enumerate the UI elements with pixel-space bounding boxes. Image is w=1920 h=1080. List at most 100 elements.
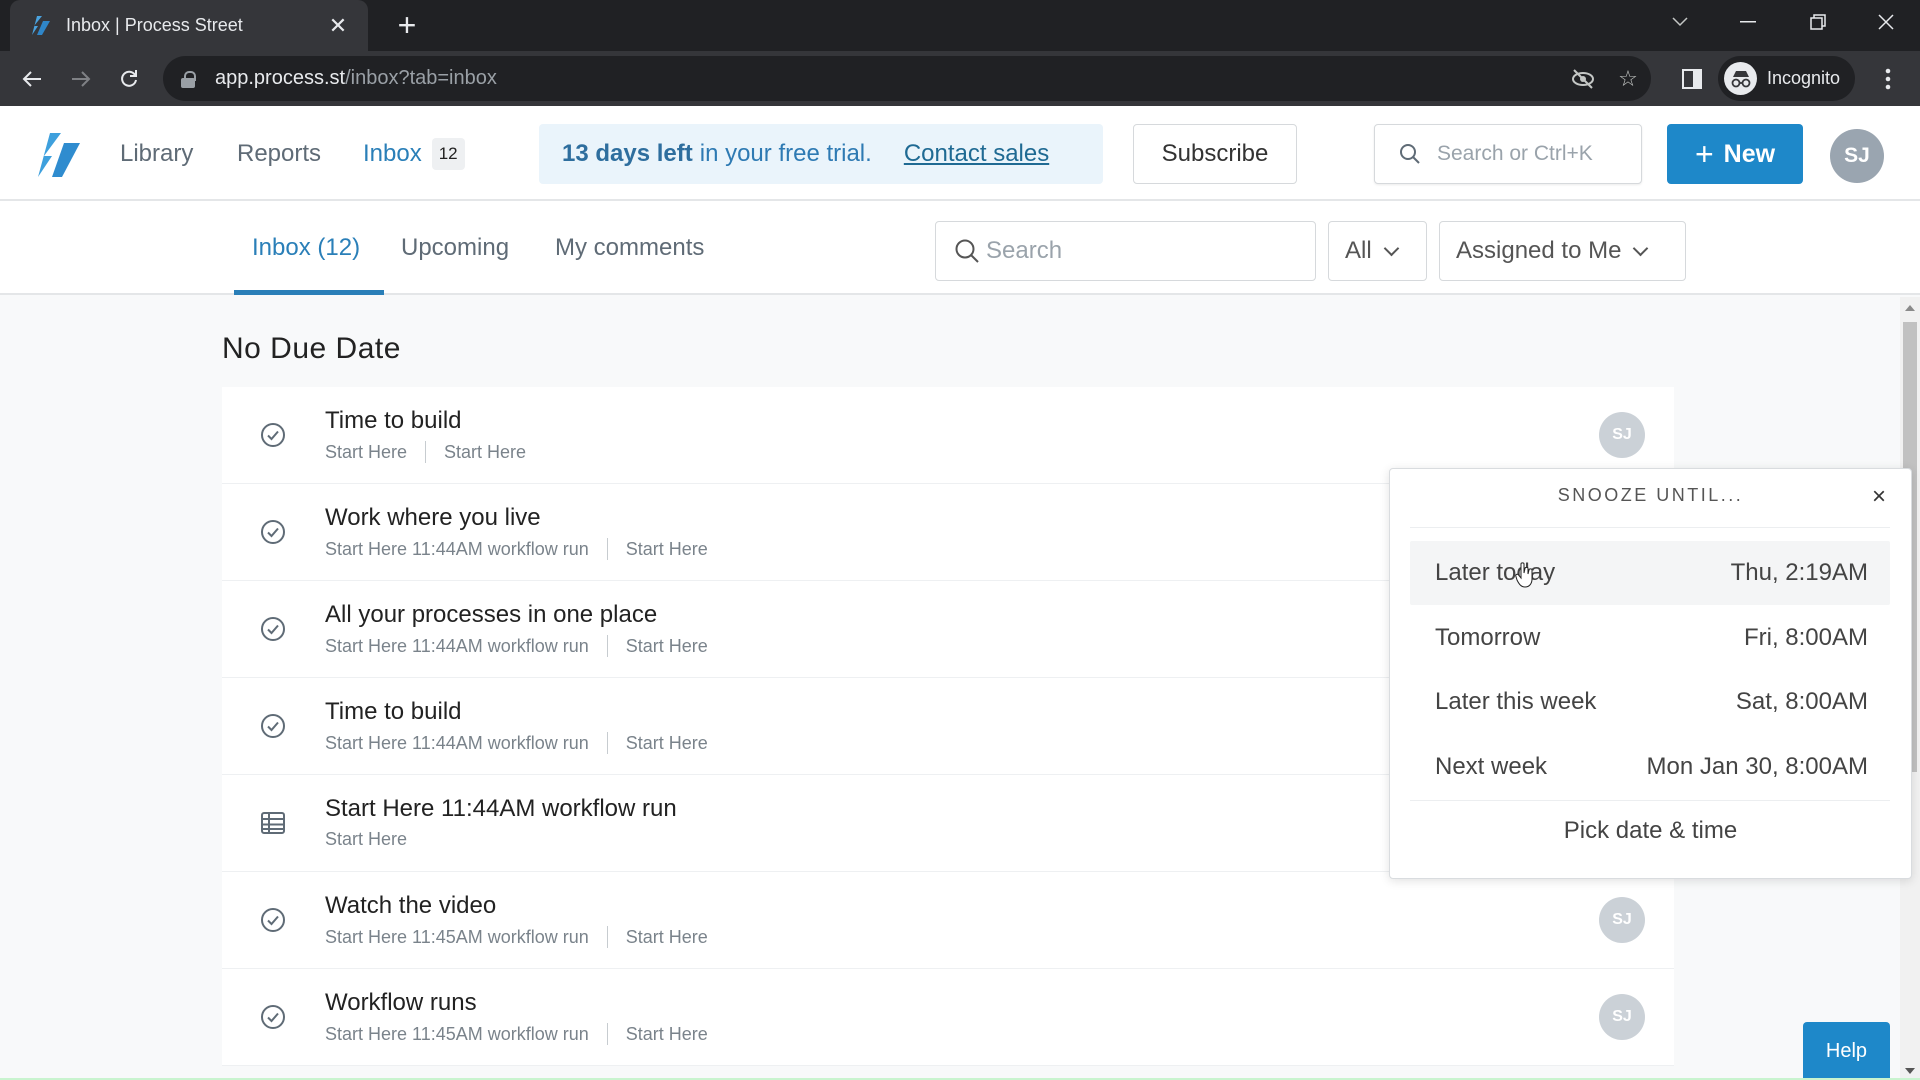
snooze-option-later-this-week[interactable]: Later this week Sat, 8:00AM xyxy=(1410,670,1890,734)
row-run-name[interactable]: Start Here xyxy=(325,829,407,850)
browser-toolbar: app.process.st/inbox?tab=inbox ☆ Incogni… xyxy=(0,51,1920,106)
tab-my-comments[interactable]: My comments xyxy=(555,201,704,295)
type-filter-value: All xyxy=(1345,237,1372,264)
row-template-name[interactable]: Start Here xyxy=(626,927,708,948)
row-run-name[interactable]: Start Here xyxy=(325,442,407,463)
row-title: Start Here 11:44AM workflow run xyxy=(325,795,677,822)
row-subtitle: Start Here 11:44AM workflow run Start Her… xyxy=(325,732,708,754)
check-circle-icon[interactable] xyxy=(260,422,286,448)
nav-inbox[interactable]: Inbox 12 xyxy=(363,106,465,201)
snooze-option-tomorrow[interactable]: Tomorrow Fri, 8:00AM xyxy=(1410,606,1890,670)
incognito-icon xyxy=(1724,62,1757,95)
check-circle-icon[interactable] xyxy=(260,1004,286,1030)
row-run-name[interactable]: Start Here 11:44AM workflow run xyxy=(325,636,589,657)
check-circle-icon[interactable] xyxy=(260,713,286,739)
inbox-search-input[interactable]: Search xyxy=(935,221,1316,281)
inbox-row[interactable]: Watch the video Start Here 11:45AM workfl… xyxy=(222,872,1674,969)
side-panel-icon[interactable] xyxy=(1674,61,1710,97)
minimize-button[interactable] xyxy=(1720,0,1776,44)
row-title: All your processes in one place xyxy=(325,601,658,628)
row-run-name[interactable]: Start Here 11:44AM workflow run xyxy=(325,733,589,754)
tab-title: Inbox | Process Street xyxy=(66,15,243,35)
scroll-down-arrow[interactable] xyxy=(1905,1068,1915,1074)
help-button[interactable]: Help xyxy=(1803,1022,1890,1080)
assignee-avatar[interactable]: SJ xyxy=(1599,897,1645,943)
separator xyxy=(606,635,608,657)
snooze-option-time: Thu, 2:19AM xyxy=(1730,559,1868,586)
browser-tab[interactable]: Inbox | Process Street ✕ xyxy=(10,0,368,51)
url-host: app.process.st xyxy=(215,67,346,89)
check-circle-icon[interactable] xyxy=(260,616,286,642)
subscribe-button[interactable]: Subscribe xyxy=(1133,124,1297,184)
nav-library[interactable]: Library xyxy=(120,106,193,201)
row-template-name[interactable]: Start Here xyxy=(626,539,708,560)
type-filter-dropdown[interactable]: All xyxy=(1328,221,1427,281)
row-subtitle: Start Here xyxy=(325,829,407,850)
url-path: /inbox?tab=inbox xyxy=(345,67,497,89)
snooze-option-time: Mon Jan 30, 8:00AM xyxy=(1646,753,1868,780)
row-template-name[interactable]: Start Here xyxy=(626,1024,708,1045)
tab-inbox[interactable]: Inbox (12) xyxy=(252,201,360,295)
browser-menu-icon[interactable] xyxy=(1870,61,1906,97)
row-run-name[interactable]: Start Here 11:45AM workflow run xyxy=(325,1024,589,1045)
tab-search-icon[interactable] xyxy=(1652,0,1708,44)
scroll-up-arrow[interactable] xyxy=(1905,305,1915,311)
snooze-popover: SNOOZE UNTIL... × Later today Thu, 2:19A… xyxy=(1389,468,1912,879)
row-title: Time to build xyxy=(325,698,462,725)
trial-days-left: 13 days left xyxy=(562,140,693,167)
row-subtitle: Start Here Start Here xyxy=(325,441,526,463)
row-template-name[interactable]: Start Here xyxy=(626,733,708,754)
snooze-option-label: Later this week xyxy=(1435,688,1597,715)
restore-button[interactable] xyxy=(1790,0,1846,44)
back-button[interactable] xyxy=(14,61,50,97)
user-avatar[interactable]: SJ xyxy=(1830,129,1884,183)
pick-date-time-button[interactable]: Pick date & time xyxy=(1390,817,1911,845)
snooze-option-label: Tomorrow xyxy=(1435,624,1541,651)
close-icon[interactable]: × xyxy=(1867,483,1891,511)
row-run-name[interactable]: Start Here 11:45AM workflow run xyxy=(325,927,589,948)
new-button-label: New xyxy=(1723,139,1776,168)
divider xyxy=(1410,527,1890,528)
inbox-search-placeholder: Search xyxy=(986,237,1063,264)
check-circle-icon[interactable] xyxy=(260,907,286,933)
table-icon[interactable] xyxy=(260,810,286,836)
check-circle-icon[interactable] xyxy=(260,519,286,545)
row-run-name[interactable]: Start Here 11:44AM workflow run xyxy=(325,539,589,560)
assignee-avatar[interactable]: SJ xyxy=(1599,994,1645,1040)
reload-button[interactable] xyxy=(111,61,147,97)
incognito-label: Incognito xyxy=(1767,68,1841,88)
snooze-option-next-week[interactable]: Next week Mon Jan 30, 8:00AM xyxy=(1410,735,1890,799)
assignee-filter-dropdown[interactable]: Assigned to Me xyxy=(1439,221,1686,281)
row-subtitle: Start Here 11:44AM workflow run Start Her… xyxy=(325,538,708,560)
assignee-filter-value: Assigned to Me xyxy=(1456,237,1622,264)
row-template-name[interactable]: Start Here xyxy=(626,636,708,657)
global-search-input[interactable]: Search or Ctrl+K xyxy=(1374,124,1642,184)
contact-sales-link[interactable]: Contact sales xyxy=(904,140,1049,168)
tab-close-icon[interactable]: ✕ xyxy=(326,13,350,39)
browser-tabstrip: Inbox | Process Street ✕ + xyxy=(0,0,1920,51)
forward-button[interactable] xyxy=(63,61,99,97)
incognito-profile-button[interactable]: Incognito xyxy=(1718,56,1855,101)
nav-reports[interactable]: Reports xyxy=(237,106,321,201)
snooze-option-label: Next week xyxy=(1435,753,1548,780)
global-search-placeholder: Search or Ctrl+K xyxy=(1437,142,1593,165)
plus-icon: + xyxy=(1694,135,1714,172)
inbox-toolbar: Inbox (12) Upcoming My comments Search A… xyxy=(0,201,1920,295)
inbox-row[interactable]: Workflow runs Start Here 11:45AM workflow… xyxy=(222,969,1674,1066)
assignee-avatar[interactable]: SJ xyxy=(1599,412,1645,458)
close-window-button[interactable] xyxy=(1858,0,1914,44)
new-tab-button[interactable]: + xyxy=(390,8,424,42)
snooze-option-time: Fri, 8:00AM xyxy=(1743,624,1868,651)
new-button[interactable]: + New xyxy=(1667,124,1803,184)
tracking-protection-eye-icon[interactable] xyxy=(1570,66,1596,92)
snooze-option-later-today[interactable]: Later today Thu, 2:19AM xyxy=(1410,541,1890,605)
address-bar[interactable]: app.process.st/inbox?tab=inbox ☆ xyxy=(163,56,1651,101)
row-template-name[interactable]: Start Here xyxy=(444,442,526,463)
bookmark-star-icon[interactable]: ☆ xyxy=(1615,66,1641,92)
section-title: No Due Date xyxy=(222,332,401,365)
tab-upcoming[interactable]: Upcoming xyxy=(401,201,509,295)
app-header: Library Reports Inbox 12 13 days left in… xyxy=(0,106,1920,201)
row-title: Workflow runs xyxy=(325,989,477,1016)
process-street-logo[interactable] xyxy=(34,132,84,178)
row-subtitle: Start Here 11:45AM workflow run Start Her… xyxy=(325,1023,708,1045)
